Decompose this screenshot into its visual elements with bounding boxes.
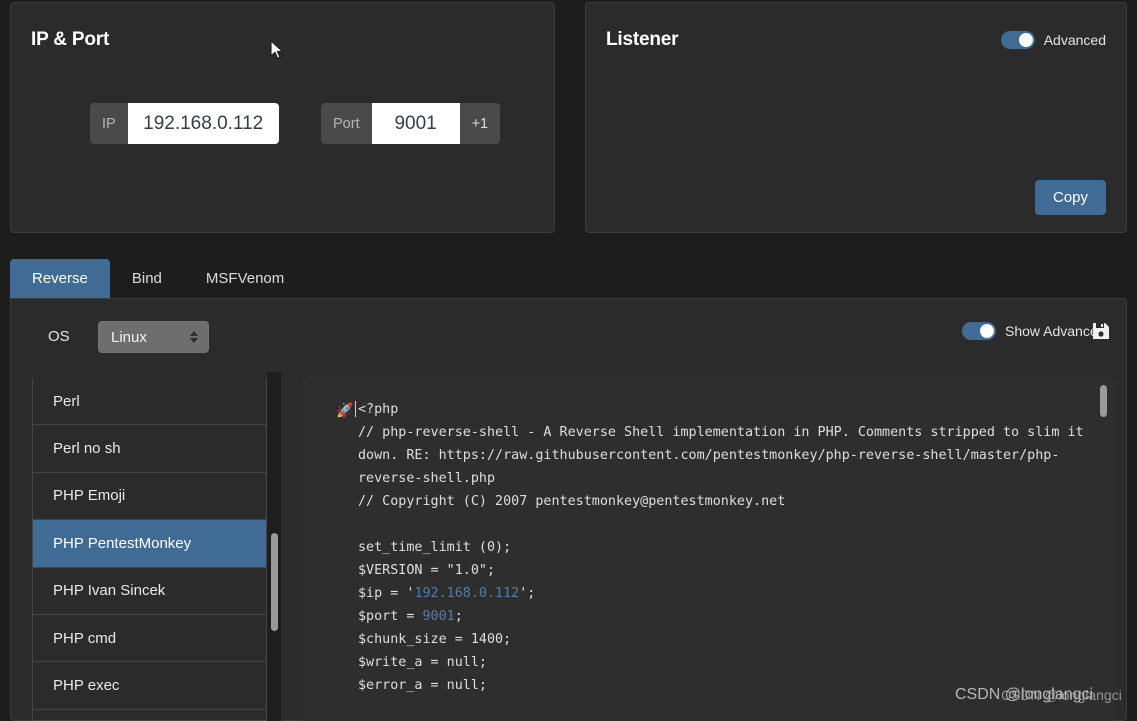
list-item[interactable]: PHP Emoji xyxy=(33,473,266,521)
code-scrollbar-thumb[interactable] xyxy=(1100,385,1107,417)
code-panel[interactable]: 🚀 <?php// php-reverse-shell - A Reverse … xyxy=(303,376,1114,721)
toggle-knob xyxy=(980,324,994,338)
tab-bind[interactable]: Bind xyxy=(110,259,184,298)
payload-list[interactable]: Perl Perl no sh PHP Emoji PHP PentestMon… xyxy=(32,378,267,721)
ip-port-title: IP & Port xyxy=(31,29,110,50)
port-input[interactable] xyxy=(371,103,460,144)
list-item[interactable]: PHP Ivan Sincek xyxy=(33,568,266,615)
chevron-updown-icon xyxy=(190,331,198,343)
os-label: OS xyxy=(48,328,70,345)
listener-title: Listener xyxy=(606,29,679,50)
tab-bar: Reverse Bind MSFVenom xyxy=(10,259,306,298)
port-label: Port xyxy=(321,103,372,144)
advanced-toggle-label: Advanced xyxy=(1043,32,1106,48)
code-content[interactable]: <?php// php-reverse-shell - A Reverse Sh… xyxy=(358,398,1084,697)
show-advanced-toggle[interactable] xyxy=(962,322,996,340)
ip-label: IP xyxy=(90,103,128,144)
advanced-toggle[interactable] xyxy=(1000,31,1035,49)
floppy-disk-icon[interactable] xyxy=(1091,321,1111,341)
port-input-group: Port +1 xyxy=(321,103,501,144)
toggle-knob xyxy=(1018,33,1033,47)
os-select-value: Linux xyxy=(111,328,147,346)
copy-button[interactable]: Copy xyxy=(1034,180,1106,215)
payload-list-scrollbar-thumb[interactable] xyxy=(271,533,278,631)
ip-port-card: IP & Port IP Port +1 xyxy=(10,2,555,233)
list-item-selected[interactable]: PHP PentestMonkey xyxy=(33,520,266,568)
advanced-toggle-row[interactable]: Advanced xyxy=(1000,31,1106,49)
mouse-cursor xyxy=(270,40,283,59)
listener-card: Listener Advanced 🚀 nc -lvnp 9001 Type n… xyxy=(585,2,1127,233)
list-item[interactable]: Perl xyxy=(33,378,266,426)
text-caret xyxy=(355,401,356,417)
port-increment-button[interactable]: +1 xyxy=(459,103,501,144)
show-advanced-toggle-row[interactable]: Show Advanced xyxy=(962,322,1105,340)
os-select[interactable]: Linux xyxy=(98,321,209,353)
list-item[interactable]: PHP cmd xyxy=(33,615,266,663)
tab-reverse[interactable]: Reverse xyxy=(10,259,110,298)
tab-msfvenom[interactable]: MSFVenom xyxy=(184,259,306,298)
list-item[interactable]: Perl no sh xyxy=(33,425,266,473)
ip-input[interactable] xyxy=(127,103,279,144)
list-item[interactable]: PHP exec xyxy=(33,662,266,710)
ip-input-group: IP xyxy=(90,103,279,144)
app-root: IP & Port IP Port +1 Listener Advanced 🚀… xyxy=(0,0,1137,721)
rocket-icon: 🚀 xyxy=(336,402,354,418)
